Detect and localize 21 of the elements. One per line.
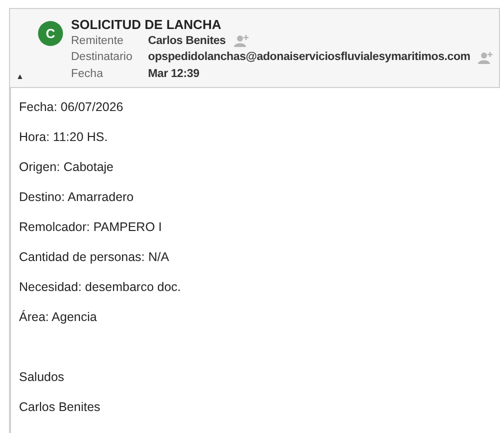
email-subject: SOLICITUD DE LANCHA [71,16,222,33]
body-line: Hora: 11:20 HS. [19,129,109,146]
body-line: Destino: Amarradero [19,189,135,206]
add-contact-icon[interactable] [478,52,494,64]
body-line: Necesidad: desembarco doc. [19,279,182,296]
collapse-icon[interactable]: ▲ [16,71,24,83]
field-label: Remitente [71,34,124,49]
body-line: Cantidad de personas: N/A [19,249,170,266]
body-line: Carlos Benites [19,399,102,416]
body-line: Origen: Cabotaje [19,159,115,176]
add-contact-icon[interactable] [234,35,249,48]
body-line: Saludos [19,369,66,386]
field-value: opspedidolanchas@adonaiserviciosfluvialesymaritimos.com [148,50,470,66]
field-value: Mar 12:39 [148,66,200,82]
field-label: Fecha [71,66,104,82]
body-line: Fecha: 06/07/2026 [19,99,124,116]
body-line: Área: Agencia [19,309,98,326]
field-value: Carlos Benites [148,34,226,49]
body-line: Remolcador: PAMPERO I [19,219,163,236]
avatar: C [38,21,63,46]
field-label: Destinatario [71,50,134,66]
